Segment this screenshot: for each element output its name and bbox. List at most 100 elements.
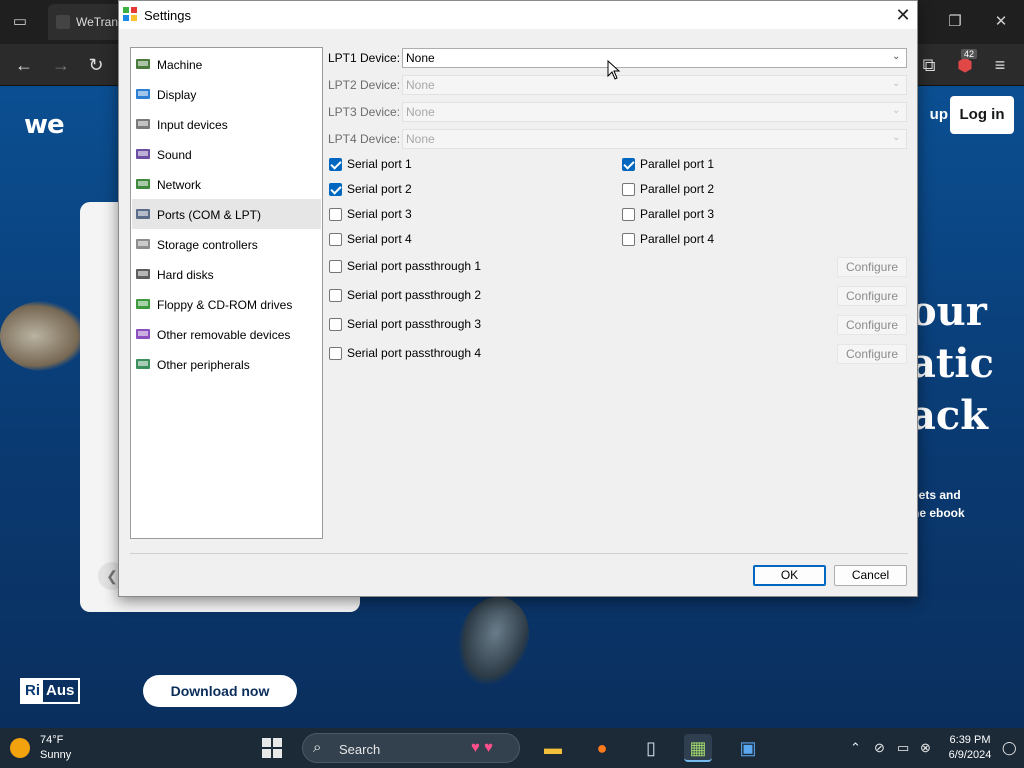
configure-button[interactable]: Configure xyxy=(837,344,907,364)
serial-port-label[interactable]: Serial port 3 xyxy=(347,207,412,221)
serial-passthrough-checkbox[interactable] xyxy=(329,260,342,273)
parallel-port-label[interactable]: Parallel port 1 xyxy=(640,157,714,171)
menu-icon[interactable]: ≡ xyxy=(989,54,1011,76)
firefox-icon[interactable]: ● xyxy=(588,734,616,762)
lpt-device-select[interactable]: None ⌄ xyxy=(402,48,907,68)
weather-temperature[interactable]: 74°F xyxy=(40,734,63,746)
volume-muted-icon[interactable]: ⊗ xyxy=(920,740,931,756)
notifications-icon[interactable]: ◯ xyxy=(1002,740,1017,756)
tray-overflow-icon[interactable]: ⌃ xyxy=(850,740,861,756)
riaus-aus: Aus xyxy=(46,682,75,699)
sidebar-item[interactable]: Sound xyxy=(132,139,321,169)
sidebar-item[interactable]: Other peripherals xyxy=(132,349,321,379)
settings-dialog: Settings ✕ Machine Display Input devices So… xyxy=(118,0,918,597)
mouse-cursor-icon xyxy=(607,60,621,80)
parallel-port-checkbox[interactable] xyxy=(622,183,635,196)
close-window-icon[interactable]: ✕ xyxy=(991,12,1011,30)
sidebar-item[interactable]: Machine xyxy=(132,49,321,79)
parallel-port-label[interactable]: Parallel port 4 xyxy=(640,232,714,246)
turtle-image xyxy=(0,301,86,371)
peripherals-icon xyxy=(135,356,151,372)
serial-passthrough-label[interactable]: Serial port passthrough 3 xyxy=(347,317,481,331)
serial-passthrough-label[interactable]: Serial port passthrough 4 xyxy=(347,346,481,360)
sidebar-item-label: Hard disks xyxy=(157,268,214,282)
sidebar-item[interactable]: Storage controllers xyxy=(132,229,321,259)
sidebar-item[interactable]: Ports (COM & LPT) xyxy=(132,199,321,229)
parallel-port-checkbox[interactable] xyxy=(622,233,635,246)
serial-port-checkbox[interactable] xyxy=(329,233,342,246)
sidebar-item[interactable]: Hard disks xyxy=(132,259,321,289)
hero-line: our xyxy=(910,288,987,335)
serial-port-checkbox[interactable] xyxy=(329,158,342,171)
store-icon[interactable]: ▣ xyxy=(734,734,762,762)
taskbar-search[interactable]: ⌕ Search ♥ ♥ xyxy=(302,733,520,763)
display-tray-icon[interactable]: ▭ xyxy=(897,740,909,756)
close-icon[interactable]: ✕ xyxy=(891,3,915,27)
network-icon xyxy=(135,176,151,192)
hero-heading: our atic ack xyxy=(910,286,994,442)
serial-passthrough-checkbox[interactable] xyxy=(329,318,342,331)
sound-icon xyxy=(135,146,151,162)
lpt-device-select[interactable]: None ⌄ xyxy=(402,129,907,149)
floppy-cdrom-icon xyxy=(135,296,151,312)
machine-icon xyxy=(135,56,151,72)
serial-passthrough-checkbox[interactable] xyxy=(329,347,342,360)
sidebar-item-label: Sound xyxy=(157,148,192,162)
ok-button[interactable]: OK xyxy=(753,565,826,586)
dialog-title: Settings xyxy=(144,8,191,23)
taskbar-clock[interactable]: 6:39 PM 6/9/2024 xyxy=(946,733,994,763)
parallel-port-label[interactable]: Parallel port 3 xyxy=(640,207,714,221)
sidebar-item[interactable]: Other removable devices xyxy=(132,319,321,349)
lpt-device-select[interactable]: None ⌄ xyxy=(402,75,907,95)
configure-button[interactable]: Configure xyxy=(837,286,907,306)
login-button[interactable]: Log in xyxy=(950,96,1014,134)
back-icon[interactable]: ← xyxy=(13,54,35,76)
sidebar-item-label: Machine xyxy=(157,58,203,72)
extension-badge: 42 xyxy=(961,49,978,59)
cancel-button[interactable]: Cancel xyxy=(834,565,907,586)
configure-button[interactable]: Configure xyxy=(837,315,907,335)
lpt-device-label: LPT2 Device: xyxy=(328,78,401,92)
serial-port-label[interactable]: Serial port 4 xyxy=(347,232,412,246)
clock-date: 6/9/2024 xyxy=(948,749,992,761)
serial-port-checkbox[interactable] xyxy=(329,208,342,221)
file-explorer-icon[interactable]: ▬ xyxy=(539,734,567,762)
notepad-icon[interactable]: ▯ xyxy=(637,734,665,762)
dialog-titlebar[interactable]: Settings ✕ xyxy=(119,1,917,29)
taskbar: 74°F Sunny ⌕ Search ♥ ♥ ▬ ● ▯ ▦ ▣ ⌃ ⊘ ▭ … xyxy=(0,728,1024,768)
sidebar-item[interactable]: Display xyxy=(132,79,321,109)
extensions-icon[interactable]: ⧉ xyxy=(918,54,940,76)
forward-icon[interactable]: → xyxy=(50,54,72,76)
lpt-device-label: LPT1 Device: xyxy=(328,51,401,65)
configure-button[interactable]: Configure xyxy=(837,257,907,277)
restore-icon[interactable]: ❐ xyxy=(945,12,965,30)
parallel-port-checkbox[interactable] xyxy=(622,208,635,221)
hero-sub-line: he ebook xyxy=(912,506,965,520)
serial-port-label[interactable]: Serial port 2 xyxy=(347,182,412,196)
sidebar-item-label: Storage controllers xyxy=(157,238,258,252)
wetransfer-logo[interactable]: we xyxy=(24,110,65,140)
sidebar-item[interactable]: Network xyxy=(132,169,321,199)
serial-passthrough-label[interactable]: Serial port passthrough 1 xyxy=(347,259,481,273)
parallel-port-checkbox[interactable] xyxy=(622,158,635,171)
serial-port-checkbox[interactable] xyxy=(329,183,342,196)
browser-tab[interactable]: WeTran xyxy=(48,4,128,40)
start-icon[interactable] xyxy=(262,738,282,758)
riaus-logo[interactable]: Ri Aus xyxy=(20,678,80,704)
sidebar-item[interactable]: Floppy & CD-ROM drives xyxy=(132,289,321,319)
parallel-port-label[interactable]: Parallel port 2 xyxy=(640,182,714,196)
serial-passthrough-label[interactable]: Serial port passthrough 2 xyxy=(347,288,481,302)
app-icon xyxy=(123,7,137,21)
sidebar-item[interactable]: Input devices xyxy=(132,109,321,139)
sun-icon[interactable] xyxy=(10,738,30,758)
chevron-down-icon: ⌄ xyxy=(892,105,901,116)
serial-port-label[interactable]: Serial port 1 xyxy=(347,157,412,171)
reload-icon[interactable]: ↻ xyxy=(85,54,107,76)
network-status-icon[interactable]: ⊘ xyxy=(874,740,885,756)
weather-condition[interactable]: Sunny xyxy=(40,749,71,761)
lpt-device-select[interactable]: None ⌄ xyxy=(402,102,907,122)
emulator-app-icon[interactable]: ▦ xyxy=(684,734,712,762)
download-now-button[interactable]: Download now xyxy=(143,675,297,707)
serial-passthrough-checkbox[interactable] xyxy=(329,289,342,302)
tab-actions-icon[interactable]: ▭ xyxy=(10,12,30,30)
